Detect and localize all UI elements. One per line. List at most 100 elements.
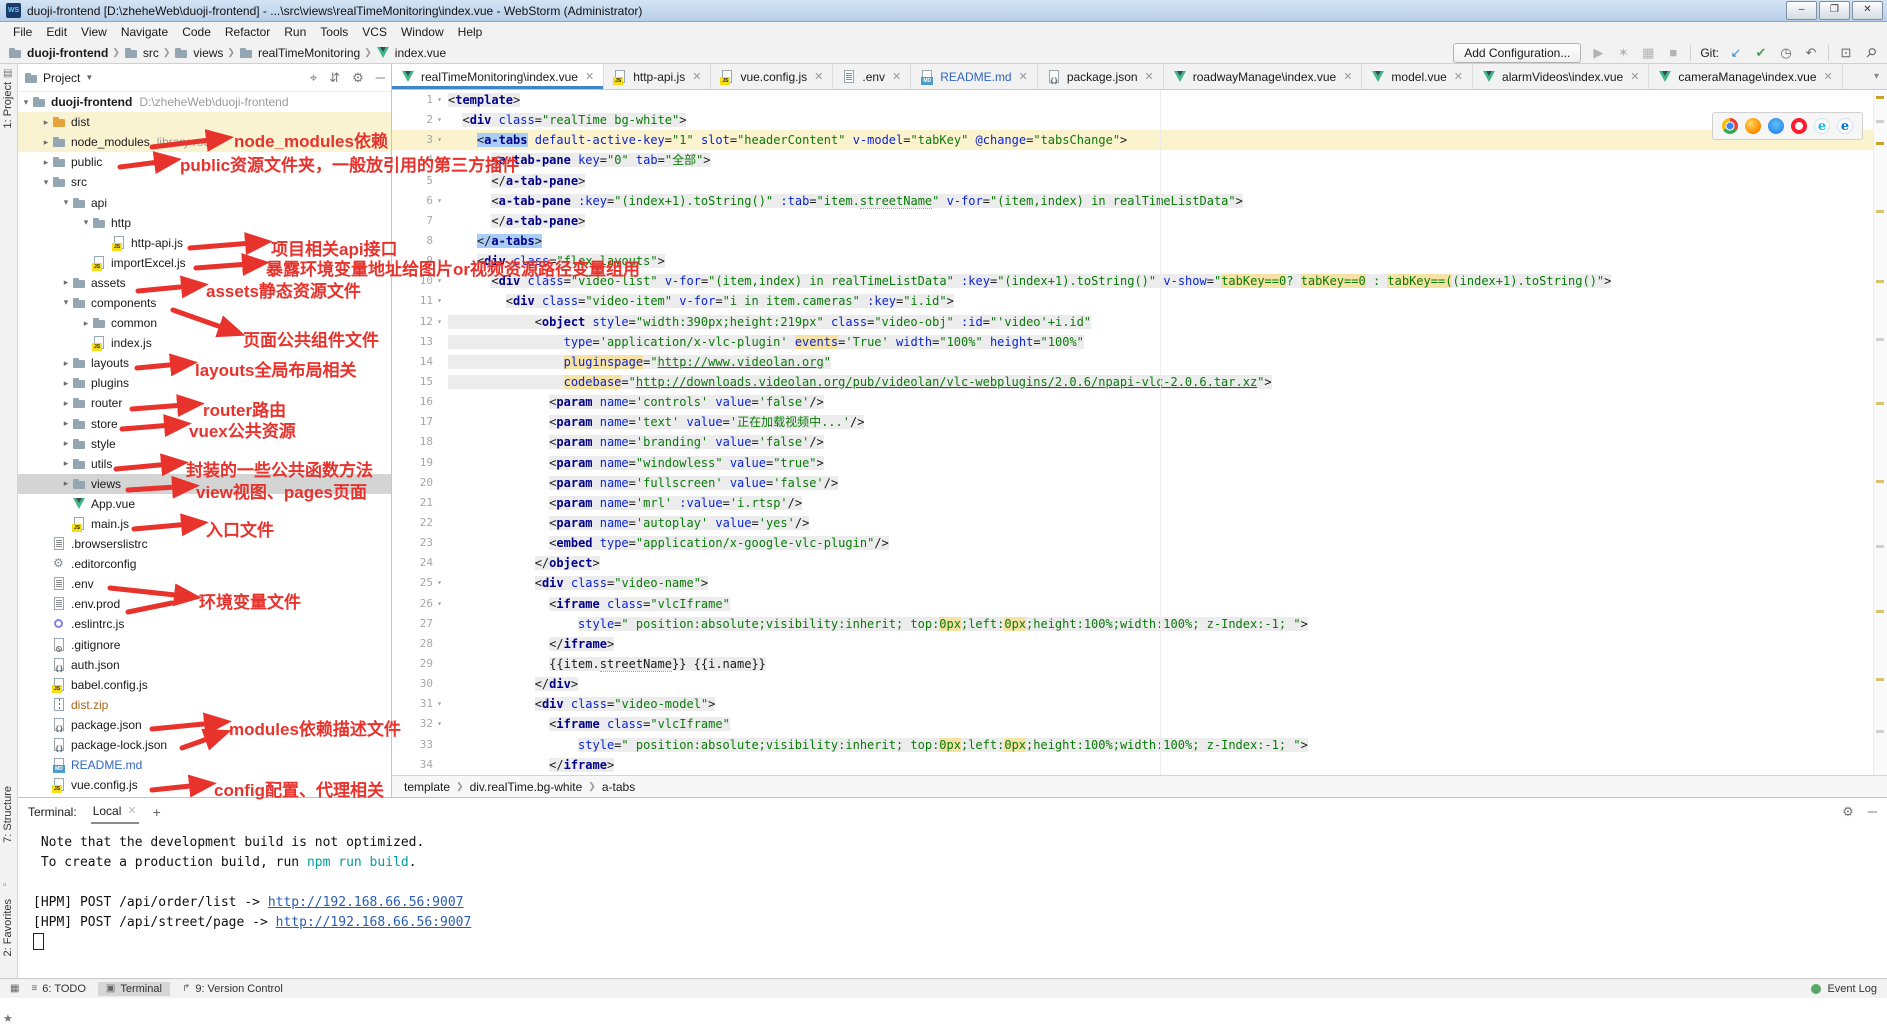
close-icon[interactable]: ✕ — [127, 804, 136, 817]
run-anything-icon[interactable]: ⊡ — [1838, 45, 1854, 61]
tree-item-assets[interactable]: ▸assets — [18, 273, 391, 293]
coverage-icon[interactable]: ▦ — [1640, 45, 1656, 61]
menu-item-tools[interactable]: Tools — [313, 23, 355, 41]
terminal-output[interactable]: Note that the development build is not o… — [18, 825, 1887, 953]
code-line[interactable]: 28 </iframe> — [392, 634, 1887, 654]
menu-item-file[interactable]: File — [6, 23, 39, 41]
tree-item-router[interactable]: ▸router — [18, 393, 391, 413]
breadcrumb-item[interactable]: src — [124, 46, 159, 60]
close-icon[interactable]: ✕ — [692, 70, 701, 83]
chevron-expanded-icon[interactable]: ▾ — [20, 97, 32, 108]
code-line[interactable]: 11▾ <div class="video-item" v-for="i in … — [392, 291, 1887, 311]
tool-stripe-favorites[interactable]: 2: Favorites — [2, 899, 14, 956]
tool-window-switcher-icon[interactable]: ▦ — [10, 983, 19, 994]
edge-browser-icon[interactable]: e — [1837, 118, 1853, 134]
tree-item-babel.config.js[interactable]: babel.config.js — [18, 675, 391, 695]
menu-item-navigate[interactable]: Navigate — [114, 23, 175, 41]
editor-tab[interactable]: roadwayManage\index.vue✕ — [1164, 64, 1363, 89]
locate-file-icon[interactable]: ⌖ — [310, 70, 317, 86]
terminal-tab-local[interactable]: Local ✕ — [91, 800, 139, 824]
code-line[interactable]: 18 <param name='branding' value='false'/… — [392, 432, 1887, 452]
chevron-collapsed-icon[interactable]: ▸ — [80, 318, 92, 329]
code-line[interactable]: 10▾ <div class="video-list" v-for="(item… — [392, 271, 1887, 291]
code-line[interactable]: 21 <param name='mrl' :value='i.rtsp'/> — [392, 493, 1887, 513]
menu-item-window[interactable]: Window — [394, 23, 451, 41]
chevron-down-icon[interactable]: ▼ — [85, 73, 93, 82]
code-editor[interactable]: 1▾<template>2▾ <div class="realTime bg-w… — [392, 90, 1887, 775]
chevron-collapsed-icon[interactable]: ▸ — [60, 478, 72, 489]
breadcrumb-item[interactable]: duoji-frontend — [8, 46, 108, 60]
fold-icon[interactable]: ▾ — [433, 594, 446, 614]
close-icon[interactable]: ✕ — [585, 70, 594, 83]
breadcrumb-item[interactable]: index.vue — [376, 46, 446, 60]
tree-item-plugins[interactable]: ▸plugins — [18, 373, 391, 393]
code-line[interactable]: 26▾ <iframe class="vlcIframe" — [392, 594, 1887, 614]
tree-item-index.js[interactable]: index.js — [18, 333, 391, 353]
tree-item-importExcel.js[interactable]: importExcel.js — [18, 253, 391, 273]
stop-icon[interactable]: ■ — [1665, 45, 1681, 60]
tree-item-api[interactable]: ▾api — [18, 192, 391, 212]
menu-item-view[interactable]: View — [74, 23, 114, 41]
menu-item-edit[interactable]: Edit — [39, 23, 74, 41]
close-icon[interactable]: ✕ — [1454, 70, 1463, 83]
tree-item-package.json[interactable]: package.json — [18, 715, 391, 735]
tree-item-.env[interactable]: .env — [18, 574, 391, 594]
tree-item-.browserslistrc[interactable]: .browserslistrc — [18, 534, 391, 554]
code-line[interactable]: 31▾ <div class="video-model"> — [392, 694, 1887, 714]
tree-item-README.md[interactable]: README.md — [18, 755, 391, 775]
code-line[interactable]: 25▾ <div class="video-name"> — [392, 573, 1887, 593]
code-line[interactable]: 5 </a-tab-pane> — [392, 171, 1887, 191]
code-line[interactable]: 12▾ <object style="width:390px;height:21… — [392, 312, 1887, 332]
event-log-label[interactable]: Event Log — [1827, 983, 1877, 995]
editor-breadcrumb-item[interactable]: div.realTime.bg-white — [470, 780, 583, 794]
tree-item-store[interactable]: ▸store — [18, 414, 391, 434]
tree-item-dist[interactable]: ▸dist — [18, 112, 391, 132]
rollback-icon[interactable]: ↶ — [1803, 45, 1819, 61]
tree-item-.gitignore[interactable]: .gitignore — [18, 635, 391, 655]
editor-tab[interactable]: realTimeMonitoring\index.vue✕ — [392, 64, 604, 89]
chevron-collapsed-icon[interactable]: ▸ — [60, 378, 72, 389]
menu-item-refactor[interactable]: Refactor — [218, 23, 277, 41]
menu-item-vcs[interactable]: VCS — [355, 23, 394, 41]
firefox-browser-icon[interactable] — [1745, 118, 1761, 134]
tool-stripe-structure[interactable]: 7: Structure — [2, 786, 14, 843]
close-icon[interactable]: ✕ — [1630, 70, 1639, 83]
code-line[interactable]: 30 </div> — [392, 674, 1887, 694]
chevron-collapsed-icon[interactable]: ▸ — [60, 458, 72, 469]
chevron-collapsed-icon[interactable]: ▸ — [60, 398, 72, 409]
tree-item-.env.prod[interactable]: .env.prod — [18, 594, 391, 614]
code-line[interactable]: 27 style=" position:absolute;visibility:… — [392, 614, 1887, 634]
editor-tab[interactable]: model.vue✕ — [1362, 64, 1473, 89]
editor-tab[interactable]: http-api.js✕ — [604, 64, 711, 89]
code-line[interactable]: 2▾ <div class="realTime bg-white"> — [392, 110, 1887, 130]
code-line[interactable]: 22 <param name='autoplay' value='yes'/> — [392, 513, 1887, 533]
new-terminal-session-icon[interactable]: + — [153, 804, 161, 820]
statusbar-terminal[interactable]: ▣Terminal — [98, 982, 170, 996]
fold-icon[interactable]: ▾ — [433, 694, 446, 714]
close-icon[interactable]: ✕ — [1824, 70, 1833, 83]
chrome-browser-icon[interactable] — [1722, 118, 1738, 134]
tree-item-http[interactable]: ▾http — [18, 213, 391, 233]
tree-item-public[interactable]: ▸public — [18, 152, 391, 172]
tree-item-.editorconfig[interactable]: .editorconfig — [18, 554, 391, 574]
tool-stripe-project[interactable]: 1: Project — [2, 82, 14, 128]
code-line[interactable]: 24 </object> — [392, 553, 1887, 573]
editor-tab[interactable]: alarmVideos\index.vue✕ — [1473, 64, 1649, 89]
fold-icon[interactable]: ▾ — [433, 714, 446, 734]
editor-tab[interactable]: vue.config.js✕ — [711, 64, 833, 89]
close-icon[interactable]: ✕ — [1343, 70, 1352, 83]
tree-item-utils[interactable]: ▸utils — [18, 454, 391, 474]
tree-item-http-api.js[interactable]: http-api.js — [18, 233, 391, 253]
editor-tab[interactable]: README.md✕ — [911, 64, 1038, 89]
terminal-prompt[interactable] — [33, 933, 1887, 953]
code-line[interactable]: 16 <param name='controls' value='false'/… — [392, 392, 1887, 412]
chevron-expanded-icon[interactable]: ▾ — [80, 217, 92, 228]
tree-item-style[interactable]: ▸style — [18, 434, 391, 454]
hide-panel-icon[interactable]: ─ — [376, 70, 385, 85]
code-line[interactable]: 29 {{item.streetName}} {{i.name}} — [392, 654, 1887, 674]
fold-icon[interactable]: ▾ — [433, 90, 446, 110]
tabs-overflow-icon[interactable]: ▾ — [1874, 64, 1887, 89]
editor-scrollbar[interactable] — [1873, 90, 1887, 775]
chevron-expanded-icon[interactable]: ▾ — [60, 197, 72, 208]
breadcrumb-item[interactable]: realTimeMonitoring — [239, 46, 360, 60]
